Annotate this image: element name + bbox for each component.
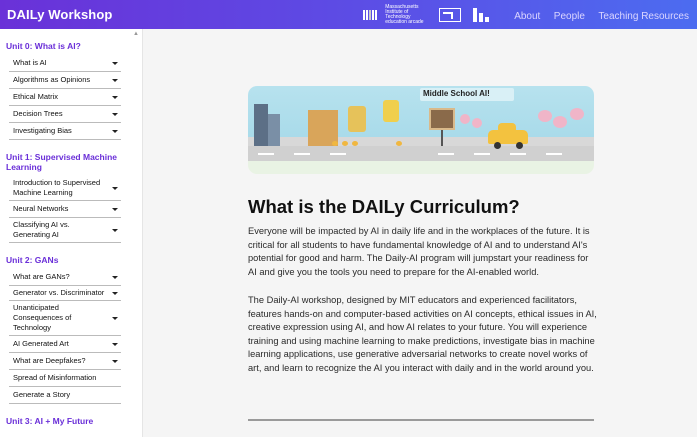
scroll-up-arrow-icon[interactable]: ▲ xyxy=(133,31,139,37)
building-icon xyxy=(268,114,280,146)
top-navigation-bar: DAILy Workshop Massachusetts Institute o… xyxy=(0,0,697,29)
sidebar-item-label: What are GANs? xyxy=(13,272,70,281)
caret-down-icon[interactable] xyxy=(112,342,118,346)
sidebar-item-label: What are Deepfakes? xyxy=(13,356,86,365)
blossom-tree-icon xyxy=(553,116,567,128)
building-icon xyxy=(254,104,268,146)
top-nav: About People Teaching Resources xyxy=(505,6,689,24)
sidebar-item-decision-trees[interactable]: Decision Trees xyxy=(9,106,121,123)
caret-down-icon[interactable] xyxy=(112,359,118,363)
road-marking xyxy=(330,153,346,155)
middle-school-ai-banner-image: Middle School AI! xyxy=(248,86,594,174)
sidebar-item-classifying-vs-generating[interactable]: Classifying AI vs. Generating AI xyxy=(9,218,121,243)
robot-icon xyxy=(348,106,366,132)
sidebar-item-what-are-deepfakes[interactable]: What are Deepfakes? xyxy=(9,353,121,370)
road-marking xyxy=(474,153,490,155)
blossom-tree-icon xyxy=(472,118,482,128)
header-right: Massachusetts Institute of Technology ed… xyxy=(363,3,689,25)
sidebar-item-label: What is AI xyxy=(13,58,47,67)
unit-1-title[interactable]: Unit 1: Supervised Machine Learning xyxy=(0,140,142,176)
sidebar-item-what-is-ai[interactable]: What is AI xyxy=(9,55,121,72)
sidebar-item-algorithms-as-opinions[interactable]: Algorithms as Opinions xyxy=(9,72,121,89)
sidebar-item-ethical-matrix[interactable]: Ethical Matrix xyxy=(9,89,121,106)
sidebar-item-intro-supervised-ml[interactable]: Introduction to Supervised Machine Learn… xyxy=(9,176,121,201)
road-marking xyxy=(438,153,454,155)
road-marking xyxy=(258,153,274,155)
caret-down-icon[interactable] xyxy=(112,78,118,82)
blossom-tree-icon xyxy=(460,114,470,124)
sidebar-item-investigating-bias[interactable]: Investigating Bias xyxy=(9,123,121,140)
partner-logo-icon[interactable] xyxy=(439,7,462,22)
duckling-icon xyxy=(332,141,338,146)
caret-down-icon[interactable] xyxy=(112,95,118,99)
sidebar-item-label: Generate a Story xyxy=(13,390,71,399)
page-title: What is the DAILy Curriculum? xyxy=(248,196,520,217)
road-marking xyxy=(510,153,526,155)
caret-down-icon[interactable] xyxy=(112,61,118,65)
robot-icon xyxy=(383,100,399,122)
sidebar-item-label: Investigating Bias xyxy=(13,126,72,135)
curriculum-sidebar[interactable]: ▲ Unit 0: What is AI? What is AI Algorit… xyxy=(0,29,143,437)
duckling-icon xyxy=(352,141,358,146)
billboard-icon xyxy=(429,108,455,130)
unit-2-title[interactable]: Unit 2: GANs xyxy=(0,243,142,269)
sidebar-item-generator-vs-discriminator[interactable]: Generator vs. Discriminator xyxy=(9,286,121,301)
intro-paragraph: Everyone will be impacted by AI in daily… xyxy=(248,226,590,277)
site-brand[interactable]: DAILy Workshop xyxy=(7,7,112,22)
unit-0-title[interactable]: Unit 0: What is AI? xyxy=(0,29,142,55)
workshop-paragraph: The Daily-AI workshop, designed by MIT e… xyxy=(248,295,597,373)
wheel-icon xyxy=(494,142,501,149)
caret-down-icon[interactable] xyxy=(112,112,118,116)
sidebar-item-neural-networks[interactable]: Neural Networks xyxy=(9,201,121,218)
wheel-icon xyxy=(516,142,523,149)
blossom-tree-icon xyxy=(570,108,584,120)
car-icon xyxy=(488,123,528,144)
sidebar-item-label: Decision Trees xyxy=(13,109,63,118)
duckling-icon xyxy=(342,141,348,146)
nav-people-link[interactable]: People xyxy=(554,11,585,22)
caret-down-icon[interactable] xyxy=(112,129,118,133)
sidebar-item-what-are-gans[interactable]: What are GANs? xyxy=(9,269,121,286)
sidebar-item-label: Generator vs. Discriminator xyxy=(13,288,105,297)
road-marking xyxy=(546,153,562,155)
caret-down-icon[interactable] xyxy=(112,275,118,279)
sidebar-item-label: Classifying AI vs. Generating AI xyxy=(13,220,70,239)
caret-down-icon[interactable] xyxy=(112,207,118,211)
blossom-tree-icon xyxy=(538,110,552,122)
caret-down-icon[interactable] xyxy=(112,186,118,190)
sidebar-item-generate-a-story[interactable]: Generate a Story xyxy=(9,387,121,404)
sidebar-item-spread-of-misinformation[interactable]: Spread of Misinformation xyxy=(9,370,121,387)
sidebar-item-label: Introduction to Supervised Machine Learn… xyxy=(13,178,101,197)
signpost-icon xyxy=(441,130,443,146)
sidebar-item-label: Unanticipated Consequences of Technology xyxy=(13,303,72,332)
duckling-icon xyxy=(396,141,402,146)
unit-3-title[interactable]: Unit 3: AI + My Future xyxy=(0,404,142,430)
mit-logo[interactable]: Massachusetts Institute of Technology ed… xyxy=(363,3,427,25)
banner-title: Middle School AI! xyxy=(423,89,490,98)
main-content: Middle School AI! What is the DAILy Curr… xyxy=(143,29,697,437)
sidebar-item-unanticipated-consequences[interactable]: Unanticipated Consequences of Technology xyxy=(9,301,121,336)
stats-logo-icon[interactable] xyxy=(473,7,493,22)
nav-teaching-resources-link[interactable]: Teaching Resources xyxy=(598,11,689,22)
road-marking xyxy=(294,153,310,155)
caret-down-icon[interactable] xyxy=(112,228,118,232)
nav-about-link[interactable]: About xyxy=(514,11,540,22)
mit-logo-text: Massachusetts Institute of Technology ed… xyxy=(385,3,424,25)
sidebar-item-label: Ethical Matrix xyxy=(13,92,59,101)
section-divider xyxy=(248,419,594,421)
mit-mark-icon xyxy=(363,9,381,20)
sidebar-item-label: Neural Networks xyxy=(13,204,69,213)
sidebar-item-label: Algorithms as Opinions xyxy=(13,75,91,84)
sidebar-item-label: Spread of Misinformation xyxy=(13,373,97,382)
sidebar-item-ai-generated-art[interactable]: AI Generated Art xyxy=(9,336,121,353)
caret-down-icon[interactable] xyxy=(112,316,118,320)
caret-down-icon[interactable] xyxy=(112,291,118,295)
sidebar-item-label: AI Generated Art xyxy=(13,339,69,348)
